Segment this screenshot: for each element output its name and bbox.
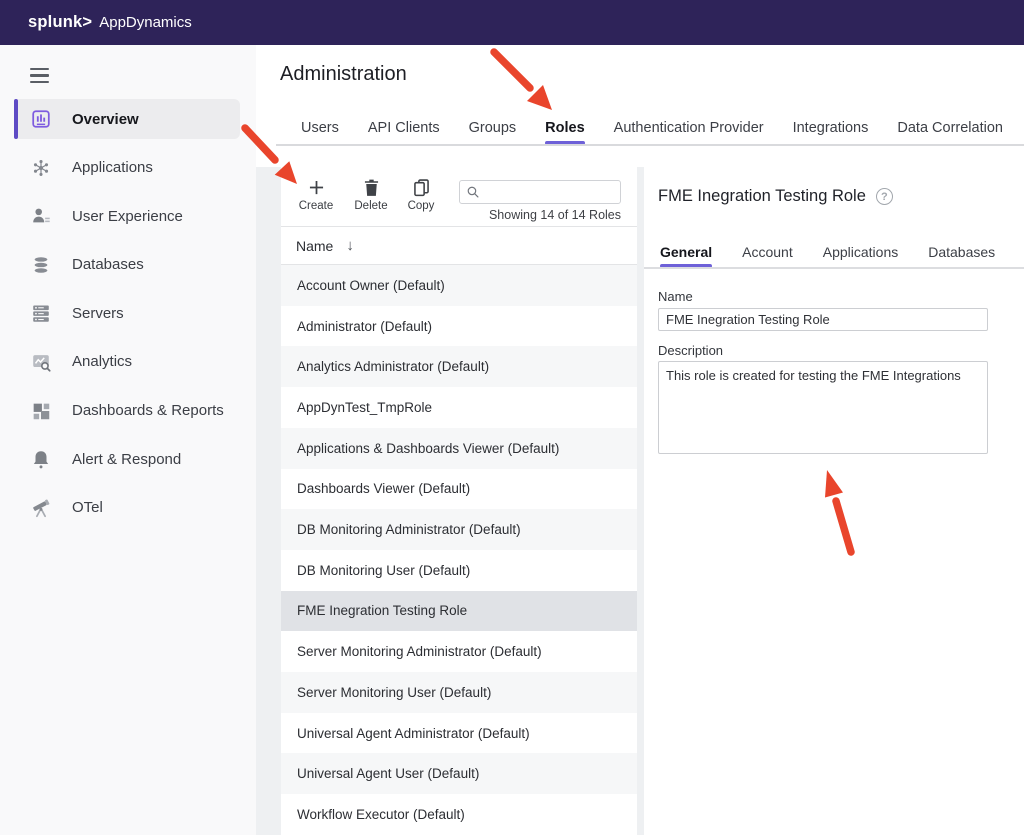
tab-users[interactable]: Users	[301, 111, 339, 144]
role-name-input[interactable]	[658, 308, 988, 331]
topbar: splunk> AppDynamics	[0, 0, 1024, 45]
name-field-label: Name	[658, 289, 693, 304]
roles-list-panel: Create Delete Copy Showing 14 of	[281, 167, 637, 835]
sidebar-item-label: Dashboards & Reports	[72, 402, 224, 419]
sidebar-item-label: Analytics	[72, 353, 132, 370]
sort-descending-icon[interactable]: ↓	[346, 237, 354, 254]
detail-tab-general[interactable]: General	[660, 237, 712, 267]
table-row[interactable]: Workflow Executor (Default)	[281, 794, 637, 835]
table-row[interactable]: Account Owner (Default)	[281, 265, 637, 306]
servers-icon	[30, 302, 52, 324]
sidebar-item-analytics[interactable]: Analytics	[14, 342, 240, 382]
active-indicator	[14, 99, 18, 139]
sidebar-item-servers[interactable]: Servers	[14, 293, 240, 333]
page-title: Administration	[280, 63, 407, 86]
sidebar-item-label: Applications	[72, 159, 153, 176]
table-row[interactable]: Applications & Dashboards Viewer (Defaul…	[281, 428, 637, 469]
table-row[interactable]: Administrator (Default)	[281, 306, 637, 347]
search-icon	[466, 185, 480, 199]
alert-icon	[30, 448, 52, 470]
sidebar-item-label: Servers	[72, 305, 124, 322]
otel-icon	[30, 497, 52, 519]
menu-toggle-button[interactable]	[30, 68, 49, 87]
table-row[interactable]: Universal Agent Administrator (Default)	[281, 713, 637, 754]
tab-api-clients[interactable]: API Clients	[368, 111, 440, 144]
roles-table-body: Account Owner (Default)Administrator (De…	[281, 265, 637, 835]
sidebar-item-label: Alert & Respond	[72, 451, 181, 468]
detail-tab-account[interactable]: Account	[742, 237, 793, 267]
plus-icon	[288, 177, 344, 199]
table-row[interactable]: DB Monitoring User (Default)	[281, 550, 637, 591]
sidebar-nav: Overview Applications User Experience Datab…	[0, 99, 256, 536]
databases-icon	[30, 254, 52, 276]
splunk-appdynamics-logo[interactable]: splunk> AppDynamics	[28, 13, 192, 32]
role-detail-header: FME Inegration Testing Role ?	[658, 187, 893, 206]
sidebar: Overview Applications User Experience Datab…	[0, 45, 256, 835]
role-description-textarea[interactable]: This role is created for testing the FME…	[658, 361, 988, 454]
sidebar-item-label: Overview	[72, 111, 139, 128]
sidebar-item-dashboards-reports[interactable]: Dashboards & Reports	[14, 391, 240, 431]
description-field-label: Description	[658, 343, 723, 358]
create-button[interactable]: Create	[288, 177, 344, 212]
tabs-divider	[276, 144, 1024, 146]
tab-groups[interactable]: Groups	[469, 111, 517, 144]
table-row[interactable]: Server Monitoring User (Default)	[281, 672, 637, 713]
dashboards-icon	[30, 400, 52, 422]
sidebar-item-user-experience[interactable]: User Experience	[14, 196, 240, 236]
copy-icon	[393, 177, 449, 199]
logo-splunk-text: splunk>	[28, 13, 92, 32]
tab-roles[interactable]: Roles	[545, 111, 585, 144]
delete-button[interactable]: Delete	[343, 177, 399, 212]
overview-icon	[30, 108, 52, 130]
table-row[interactable]: DB Monitoring Administrator (Default)	[281, 509, 637, 550]
user-experience-icon	[30, 205, 52, 227]
admin-tabs: Users API Clients Groups Roles Authenticatio…	[301, 111, 1003, 144]
table-row-selected[interactable]: FME Inegration Testing Role	[281, 591, 637, 632]
table-row[interactable]: Server Monitoring Administrator (Default…	[281, 631, 637, 672]
table-row[interactable]: Analytics Administrator (Default)	[281, 346, 637, 387]
help-icon[interactable]: ?	[876, 188, 893, 205]
copy-button[interactable]: Copy	[393, 177, 449, 212]
table-row[interactable]: Dashboards Viewer (Default)	[281, 469, 637, 510]
sidebar-item-label: Databases	[72, 256, 144, 273]
logo-product-text: AppDynamics	[99, 14, 192, 31]
table-row[interactable]: AppDynTest_TmpRole	[281, 387, 637, 428]
detail-tab-databases[interactable]: Databases	[928, 237, 995, 267]
analytics-icon	[30, 351, 52, 373]
header: Administration Users API Clients Groups Rol…	[256, 45, 1024, 167]
trash-icon	[343, 177, 399, 199]
delete-button-label: Delete	[343, 200, 399, 212]
create-button-label: Create	[288, 200, 344, 212]
sidebar-item-databases[interactable]: Databases	[14, 245, 240, 285]
sidebar-item-label: User Experience	[72, 208, 183, 225]
role-detail-title: FME Inegration Testing Role	[658, 187, 866, 206]
roles-toolbar: Create Delete Copy Showing 14 of	[281, 167, 637, 227]
sidebar-item-otel[interactable]: OTel	[14, 488, 240, 528]
tab-integrations[interactable]: Integrations	[793, 111, 869, 144]
sidebar-item-applications[interactable]: Applications	[14, 148, 240, 188]
sidebar-item-label: OTel	[72, 499, 103, 516]
sidebar-item-alert-respond[interactable]: Alert & Respond	[14, 439, 240, 479]
detail-tab-applications[interactable]: Applications	[823, 237, 899, 267]
tab-data-correlation[interactable]: Data Correlation	[897, 111, 1003, 144]
table-row[interactable]: Universal Agent User (Default)	[281, 753, 637, 794]
applications-icon	[30, 157, 52, 179]
showing-count: Showing 14 of 14 Roles	[459, 208, 621, 222]
table-header-name[interactable]: Name ↓	[281, 227, 637, 265]
search-box[interactable]	[459, 180, 621, 204]
role-detail-tabs: General Account Applications Databases	[660, 237, 995, 267]
search-input[interactable]	[480, 181, 620, 203]
name-column-label: Name	[296, 238, 333, 254]
detail-tabs-divider	[644, 267, 1024, 269]
sidebar-item-overview[interactable]: Overview	[14, 99, 240, 139]
copy-button-label: Copy	[393, 200, 449, 212]
role-detail-panel: FME Inegration Testing Role ? General Acc…	[644, 167, 1024, 835]
tab-authentication-provider[interactable]: Authentication Provider	[614, 111, 764, 144]
